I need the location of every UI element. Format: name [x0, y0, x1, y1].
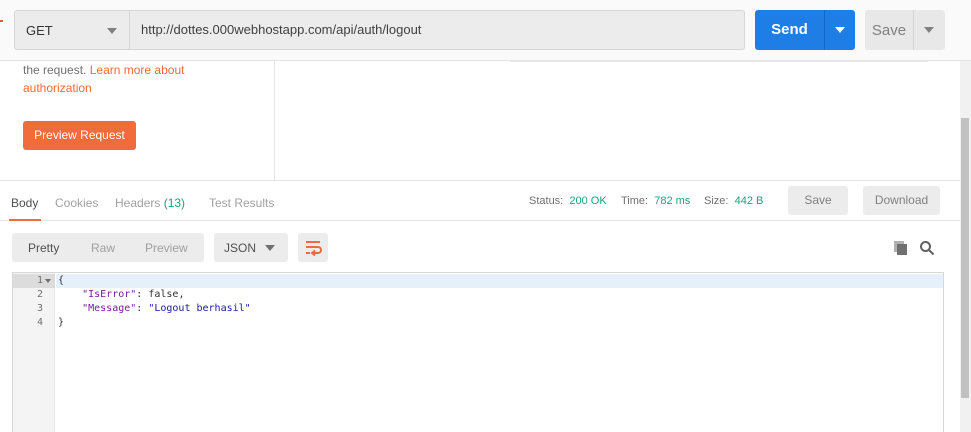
method-value: GET [26, 23, 53, 38]
language-select[interactable]: JSON [214, 233, 288, 262]
download-button[interactable]: Download [863, 186, 940, 215]
time-value: 782 ms [654, 195, 691, 207]
wrap-lines-icon [306, 241, 322, 257]
language-value: JSON [224, 241, 257, 255]
auth-help-text: the request. Learn more about authorizati… [23, 61, 243, 97]
preview-request-button[interactable]: Preview Request [23, 121, 136, 150]
line-number: 1 [36, 275, 43, 286]
divider [510, 61, 928, 62]
code-line: "IsError": false, [82, 289, 185, 300]
line-number: 4 [36, 317, 43, 328]
tab-body[interactable]: Body [11, 196, 38, 210]
format-toggle: Pretty Raw Preview [12, 233, 204, 262]
active-tab-underline [9, 219, 41, 221]
send-button-label: Send [771, 21, 808, 38]
active-line-highlight [56, 274, 943, 288]
divider [824, 10, 825, 50]
tab-headers[interactable]: Headers (13) [115, 196, 185, 210]
tab-indicator [0, 20, 3, 22]
status-value: 200 OK [569, 195, 607, 207]
send-options-chevron-icon[interactable] [835, 27, 845, 33]
response-body-editor[interactable]: 1 2 3 4 { "IsError": false, "Message": "… [12, 272, 944, 432]
save-request-button[interactable]: Save [865, 10, 945, 50]
auth-help-panel: the request. Learn more about authorizati… [0, 61, 275, 180]
response-tab-bar: Body Cookies Headers (13) Test Results S… [0, 181, 960, 221]
line-number: 2 [36, 289, 43, 300]
headers-count: (13) [163, 196, 186, 210]
chevron-down-icon [265, 245, 275, 251]
code-line: "Message": "Logout berhasil" [82, 303, 251, 314]
search-icon[interactable] [919, 240, 935, 256]
tab-cookies[interactable]: Cookies [55, 196, 98, 210]
url-input[interactable]: http://dottes.000webhostapp.com/api/auth… [129, 10, 745, 50]
auth-help-prefix: the request. [23, 63, 87, 77]
save-request-label: Save [871, 22, 907, 39]
scrollbar-thumb[interactable] [961, 118, 969, 398]
size-readout: Size: 442 B [704, 195, 764, 207]
save-options-chevron-icon[interactable] [924, 27, 934, 33]
fold-chevron-icon[interactable] [45, 279, 51, 283]
request-bar: GET http://dottes.000webhostapp.com/api/… [0, 0, 971, 61]
status-readout: Status: 200 OK [529, 195, 607, 207]
code-line: } [58, 317, 65, 328]
code-line: { [58, 275, 65, 286]
chevron-down-icon [107, 28, 117, 34]
format-preview[interactable]: Preview [145, 241, 188, 255]
tab-test-results[interactable]: Test Results [209, 196, 274, 210]
line-number: 3 [36, 303, 43, 314]
method-select[interactable]: GET [14, 10, 130, 50]
wrap-lines-button[interactable] [298, 233, 328, 262]
format-pretty[interactable]: Pretty [28, 241, 59, 255]
send-button[interactable]: Send [755, 10, 855, 50]
time-readout: Time: 782 ms [621, 195, 691, 207]
save-response-button[interactable]: Save [788, 186, 848, 215]
format-raw[interactable]: Raw [91, 241, 115, 255]
divider [913, 10, 914, 50]
copy-icon[interactable] [893, 240, 909, 256]
size-value: 442 B [734, 195, 764, 207]
